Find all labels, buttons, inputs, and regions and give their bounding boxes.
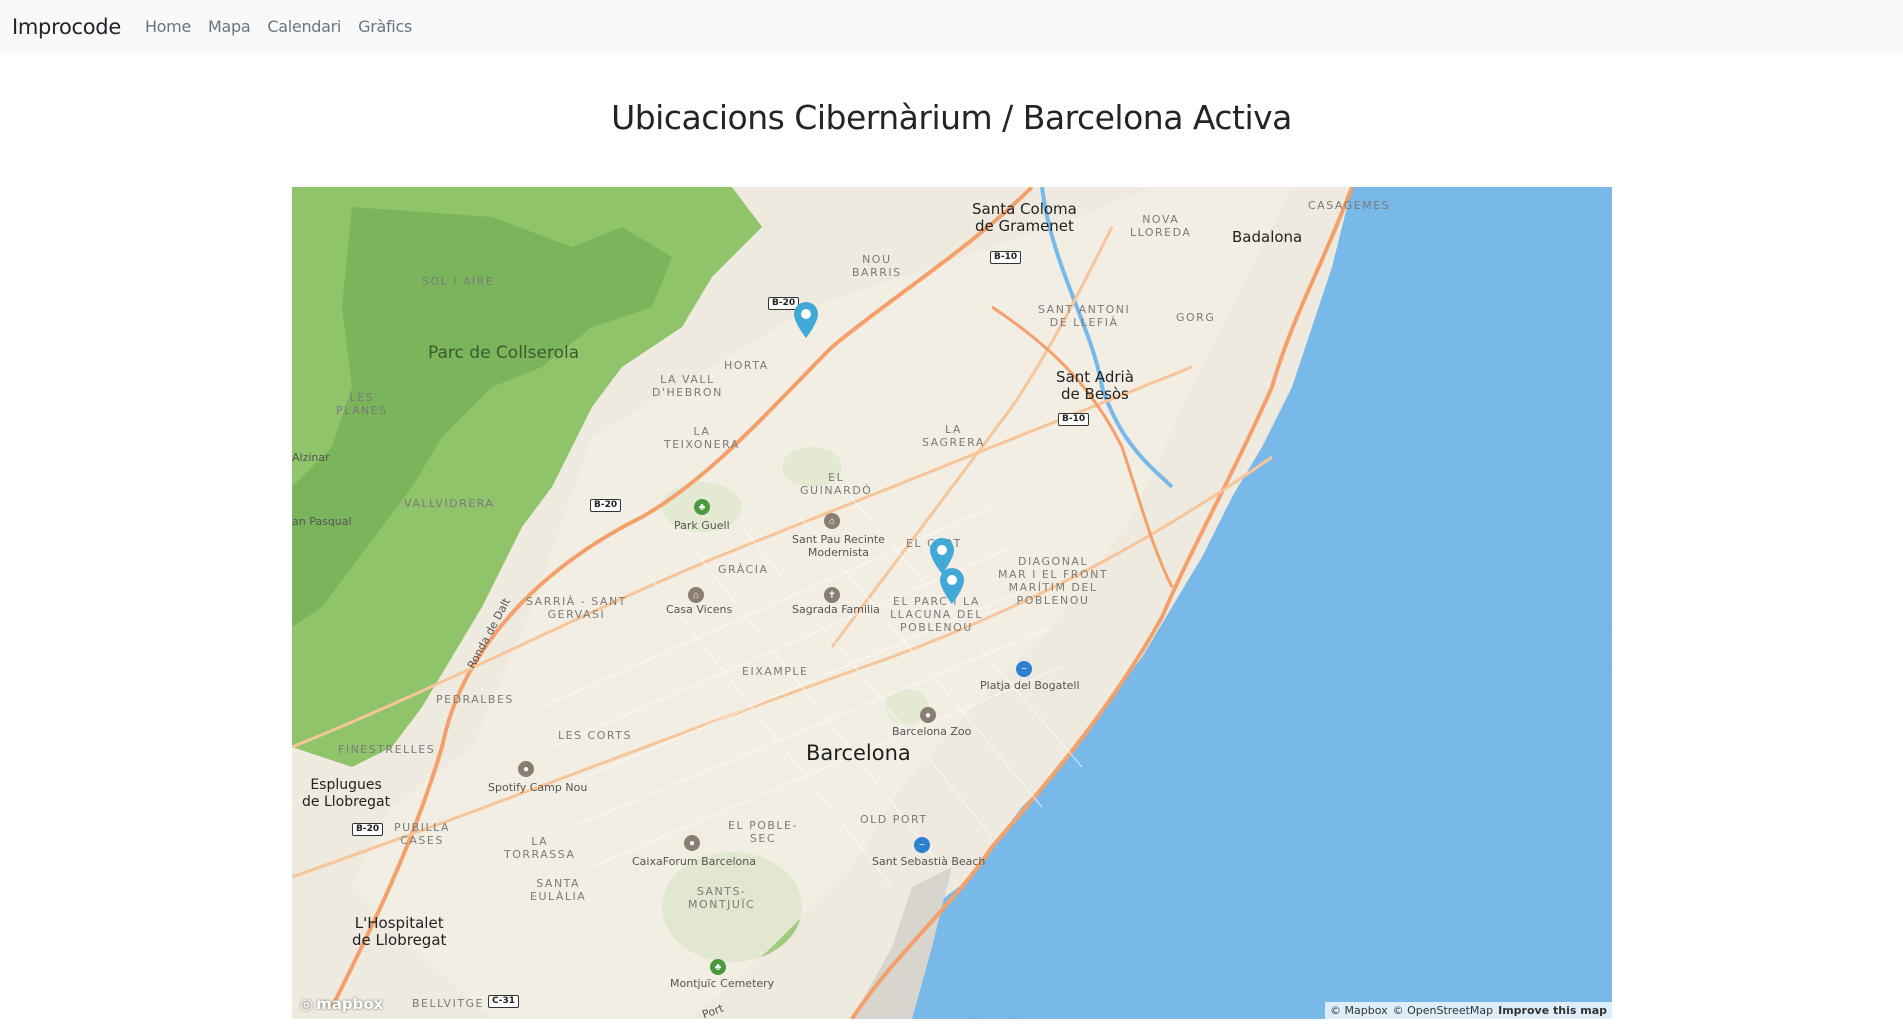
label-el-guinardo: EL GUINARDÓ (800, 471, 873, 497)
beach-icon-bogatell: ~ (1016, 661, 1032, 677)
page-title: Ubicacions Cibernàrium / Barcelona Activ… (611, 98, 1292, 137)
caixaforum-icon: ● (684, 835, 700, 851)
label-sant-pau: Sant Pau Recinte Modernista (792, 533, 885, 559)
label-sant-adria: Sant Adrià de Besòs (1056, 368, 1134, 403)
sagrada-familia-icon: ✝ (824, 587, 840, 603)
label-sant-antoni-llefia: SANT ANTONI DE LLEFIÀ (1038, 303, 1131, 329)
map[interactable]: Santa Coloma de Gramenet Badalona CASAGEM… (292, 187, 1612, 1019)
shield-c31: C-31 (488, 995, 520, 1008)
label-pedralbes: PEDRALBES (436, 693, 514, 706)
cemetery-icon: ♣ (710, 959, 726, 975)
map-marker-poblenou[interactable] (938, 567, 966, 605)
shield-b20-mid: B-20 (590, 499, 622, 512)
label-gorg: GORG (1176, 311, 1216, 324)
casa-vicens-icon: ⌂ (688, 587, 704, 603)
label-pubilla-cases: PUBILLA CASES (394, 821, 451, 847)
map-attribution: © Mapbox © OpenStreetMap Improve this ma… (1325, 1002, 1612, 1019)
label-les-corts: LES CORTS (558, 729, 632, 742)
label-vallvidrera: VALLVIDRERA (404, 497, 495, 510)
label-platja-bogatell: Platja del Bogatell (980, 679, 1080, 692)
label-nou-barris: NOU BARRIS (852, 253, 902, 279)
label-montjuic-cemetery: Montjuïc Cemetery (670, 977, 775, 990)
label-sants-montjuic: SANTS- MONTJUÏC (688, 885, 756, 911)
shield-b10-besos: B-10 (1058, 413, 1090, 426)
label-old-port: OLD PORT (860, 813, 928, 826)
label-casa-vicens: Casa Vicens (666, 603, 733, 616)
navbar-brand[interactable]: Improcode (12, 15, 121, 39)
mapbox-logo[interactable]: ◎ mapbox (300, 995, 383, 1013)
nav-link-home[interactable]: Home (145, 17, 191, 36)
label-sarria: SARRIÀ - SANT GERVASI (526, 595, 627, 621)
mapbox-logo-icon: ◎ (300, 995, 314, 1013)
park-guell-icon: ♣ (694, 499, 710, 515)
label-parc-collserola: Parc de Collserola (428, 343, 580, 363)
label-vall-hebron: LA VALL D'HEBRON (652, 373, 723, 399)
label-parc-llacuna: EL PARC I LA LLACUNA DEL POBLENOU (890, 595, 983, 634)
label-sol-i-aire: SOL I AIRE (422, 275, 495, 288)
label-bellvitge: BELLVITGE (412, 997, 485, 1010)
zoo-icon: ● (920, 707, 936, 723)
improve-map-link[interactable]: Improve this map (1498, 1004, 1607, 1017)
label-spotify-camp-nou: Spotify Camp Nou (488, 781, 588, 794)
label-caixaforum: CaixaForum Barcelona (632, 855, 756, 868)
label-casagemes: CASAGEMES (1308, 199, 1391, 212)
shield-b10-top: B-10 (990, 251, 1022, 264)
label-el-poble-sec: EL POBLE- SEC (728, 819, 798, 845)
label-finestrelles: FINESTRELLES (338, 743, 436, 756)
nav-link-mapa[interactable]: Mapa (208, 17, 251, 36)
label-la-torrassa: LA TORRASSA (504, 835, 576, 861)
label-alzinar: Alzinar (292, 451, 330, 464)
label-esplugues: Esplugues de Llobregat (302, 777, 391, 810)
nav-link-calendari[interactable]: Calendari (267, 17, 341, 36)
sant-pau-icon: ⌂ (824, 513, 840, 529)
label-hospitalet: L'Hospitalet de Llobregat (352, 914, 447, 949)
shield-b20-esplugues: B-20 (352, 823, 384, 836)
label-barcelona-zoo: Barcelona Zoo (892, 725, 972, 738)
label-eixample: EIXAMPLE (742, 665, 809, 678)
label-gracia: GRÀCIA (718, 563, 769, 576)
label-can-pasqual: an Pasqual (292, 515, 352, 528)
label-la-sagrera: LA SAGRERA (922, 423, 985, 449)
label-santa-coloma: Santa Coloma de Gramenet (972, 200, 1077, 235)
label-nova-lloreda: NOVA LLOREDA (1130, 213, 1192, 239)
nav-link-grafics[interactable]: Gràfics (358, 17, 412, 36)
camp-nou-icon: ● (518, 761, 534, 777)
label-badalona: Badalona (1232, 228, 1303, 246)
map-marker-nou-barris[interactable] (792, 301, 820, 339)
mapbox-logo-text: mapbox (316, 995, 384, 1013)
navbar: Improcode Home Mapa Calendari Gràfics (0, 0, 1903, 53)
label-santa-eulalia: SANTA EULÀLIA (530, 877, 587, 903)
label-la-teixonera: LA TEIXONERA (664, 425, 740, 451)
label-sagrada-familia: Sagrada Familia (792, 603, 880, 616)
label-park-guell: Park Guell (674, 519, 730, 532)
beach-icon-sant-sebastia: ~ (914, 837, 930, 853)
label-sant-sebastia: Sant Sebastià Beach (872, 855, 986, 868)
attribution-osm-link[interactable]: © OpenStreetMap (1393, 1004, 1494, 1017)
label-diagonal-mar: DIAGONAL MAR I EL FRONT MARÍTIM DEL POBLENO… (998, 555, 1109, 607)
label-horta: HORTA (724, 359, 769, 372)
label-barcelona: Barcelona (806, 741, 911, 765)
label-les-planes: LES PLANES (336, 391, 388, 417)
attribution-mapbox-link[interactable]: © Mapbox (1330, 1004, 1388, 1017)
